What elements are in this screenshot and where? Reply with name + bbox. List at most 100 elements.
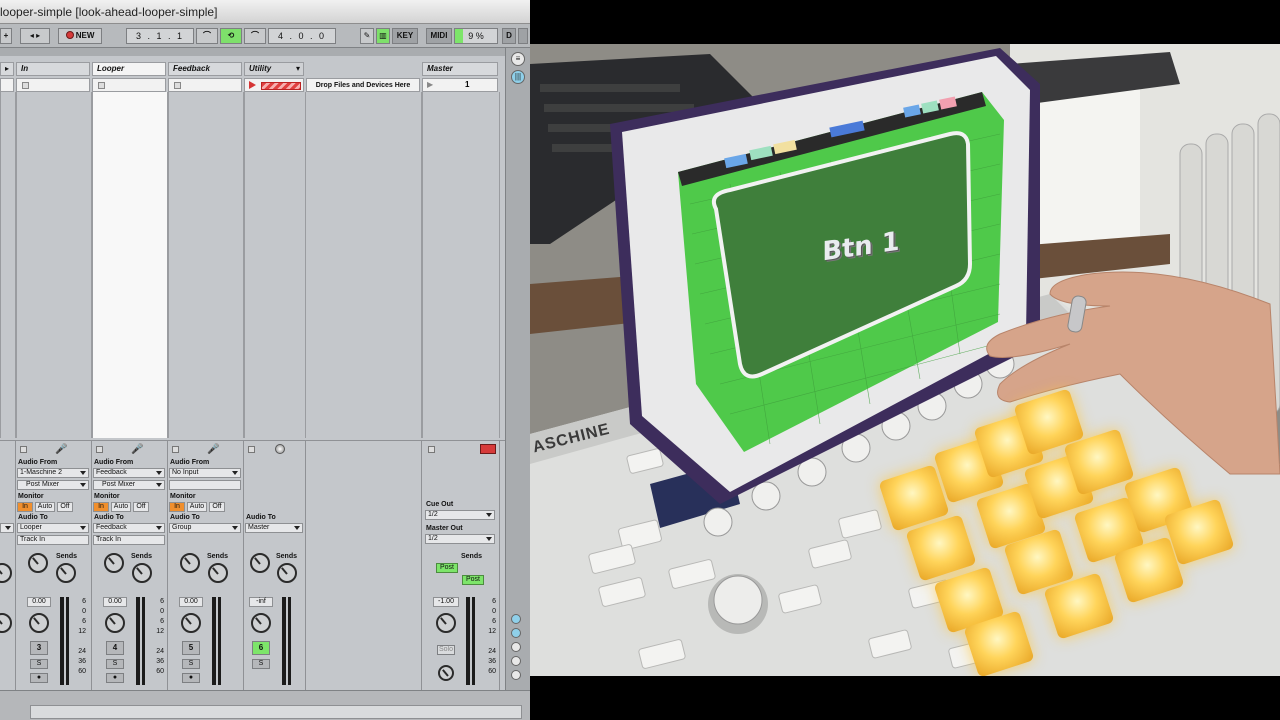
looper-audio-to-select[interactable]: Feedback bbox=[93, 523, 165, 533]
monitor-auto-button[interactable]: Auto bbox=[111, 502, 131, 512]
monitor-off-button[interactable]: Off bbox=[57, 502, 73, 512]
looper-audio-from-channel-select[interactable]: Post Mixer bbox=[93, 480, 165, 490]
looper-arm-button[interactable]: ● bbox=[106, 673, 124, 683]
session-view-icon[interactable]: ≡ bbox=[511, 52, 525, 66]
track-header-looper[interactable]: Looper bbox=[92, 62, 166, 76]
track-header-in[interactable]: In bbox=[16, 62, 90, 76]
fold-icon[interactable]: ▾ bbox=[296, 63, 300, 75]
returns-toggle-icon[interactable] bbox=[511, 642, 521, 652]
track-activator-5[interactable]: 5 bbox=[182, 641, 200, 655]
monitor-off-button[interactable]: Off bbox=[133, 502, 149, 512]
track-header-feedback[interactable]: Feedback bbox=[168, 62, 242, 76]
send-b-knob[interactable] bbox=[277, 563, 297, 583]
monitor-auto-button[interactable]: Auto bbox=[187, 502, 207, 512]
master-out-select[interactable]: 1/2 bbox=[425, 534, 495, 544]
send-a-knob[interactable] bbox=[180, 553, 200, 573]
clip-stop-icon[interactable] bbox=[174, 82, 181, 89]
scene-launch-icon[interactable]: ▶ bbox=[427, 80, 433, 89]
monitor-in-button[interactable]: In bbox=[169, 502, 185, 512]
microphone-icon[interactable]: 🎤 bbox=[55, 444, 67, 455]
stop-all-clips-icon[interactable] bbox=[428, 446, 435, 453]
sends-toggle-icon[interactable] bbox=[511, 628, 521, 638]
feedback-arm-button[interactable]: ● bbox=[182, 673, 200, 683]
master-volume-field[interactable]: -1.00 bbox=[433, 597, 459, 607]
looper-audio-to-channel-select[interactable]: Track In bbox=[93, 535, 165, 545]
send-a-knob[interactable] bbox=[28, 553, 48, 573]
in-audio-from-select[interactable]: 1-Maschine 2 bbox=[17, 468, 89, 478]
feedback-volume-field[interactable]: 0.00 bbox=[179, 597, 203, 607]
partial-audio-to-select[interactable] bbox=[0, 523, 14, 533]
send-a-post-button[interactable]: Post bbox=[436, 563, 458, 573]
master-pan-knob[interactable] bbox=[436, 613, 456, 633]
drop-area[interactable]: Drop Files and Devices Here bbox=[306, 78, 420, 92]
stop-clip-icon[interactable] bbox=[96, 446, 103, 453]
looper-solo-button[interactable]: S bbox=[106, 659, 124, 669]
monitor-in-button[interactable]: In bbox=[93, 502, 109, 512]
master-scene-slot[interactable]: ▶ 1 bbox=[422, 78, 498, 92]
partial-pan-knob[interactable] bbox=[0, 613, 12, 633]
in-arm-button[interactable]: ● bbox=[30, 673, 48, 683]
cue-out-select[interactable]: 1/2 bbox=[425, 510, 495, 520]
key-map-button[interactable]: KEY bbox=[392, 28, 418, 44]
in-audio-to-select[interactable]: Looper bbox=[17, 523, 89, 533]
loop-length-field[interactable]: 4 . 0 . 0 bbox=[268, 28, 336, 44]
in-audio-from-channel-select[interactable]: Post Mixer bbox=[17, 480, 89, 490]
clip-stop-icon[interactable] bbox=[98, 82, 105, 89]
looper-pan-knob[interactable] bbox=[105, 613, 125, 633]
group-indicator-icon[interactable] bbox=[275, 444, 285, 454]
clip-play-icon[interactable] bbox=[249, 81, 256, 89]
send-b-knob[interactable] bbox=[56, 563, 76, 583]
crossfader-toggle-icon[interactable] bbox=[511, 670, 521, 680]
midi-map-button[interactable]: MIDI bbox=[426, 28, 452, 44]
send-b-knob[interactable] bbox=[208, 563, 228, 583]
clip-slot[interactable] bbox=[92, 78, 166, 92]
looper-volume-field[interactable]: 0.00 bbox=[103, 597, 127, 607]
track-header-partial[interactable]: ▸ bbox=[0, 62, 14, 76]
stop-clip-icon[interactable] bbox=[172, 446, 179, 453]
send-b-knob[interactable] bbox=[0, 563, 12, 583]
send-a-knob[interactable] bbox=[250, 553, 270, 573]
stop-clip-icon[interactable] bbox=[20, 446, 27, 453]
microphone-icon[interactable]: 🎤 bbox=[131, 444, 143, 455]
clip-slot[interactable] bbox=[0, 78, 14, 92]
loop-switch-icon[interactable]: ⟲ bbox=[220, 28, 242, 44]
clip-stop-icon[interactable] bbox=[22, 82, 29, 89]
feedback-audio-from-select[interactable]: No Input bbox=[169, 468, 241, 478]
master-record-indicator[interactable] bbox=[480, 444, 496, 454]
feedback-solo-button[interactable]: S bbox=[182, 659, 200, 669]
utility-solo-button[interactable]: S bbox=[252, 659, 270, 669]
send-b-knob[interactable] bbox=[132, 563, 152, 583]
utility-clip-slot[interactable] bbox=[244, 78, 304, 92]
song-position-field[interactable]: 3 . 1 . 1 bbox=[126, 28, 194, 44]
track-activator-4[interactable]: 4 bbox=[106, 641, 124, 655]
track-header-master[interactable]: Master bbox=[422, 62, 498, 76]
utility-pan-knob[interactable] bbox=[251, 613, 271, 633]
new-button[interactable]: NEW bbox=[58, 28, 102, 44]
clip-slot[interactable] bbox=[16, 78, 90, 92]
feedback-audio-to-select[interactable]: Group bbox=[169, 523, 241, 533]
in-audio-to-channel-select[interactable]: Track In bbox=[17, 535, 89, 545]
arrangement-view-icon[interactable]: ||| bbox=[511, 70, 525, 84]
track-activator-3[interactable]: 3 bbox=[30, 641, 48, 655]
microphone-icon[interactable]: 🎤 bbox=[207, 444, 219, 455]
monitor-off-button[interactable]: Off bbox=[209, 502, 225, 512]
looper-audio-from-select[interactable]: Feedback bbox=[93, 468, 165, 478]
punch-in-icon[interactable]: ⌒ bbox=[196, 28, 218, 44]
mixer-toggle-icon[interactable] bbox=[511, 656, 521, 666]
utility-audio-to-select[interactable]: Master bbox=[245, 523, 303, 533]
punch-out-icon[interactable]: ⌒ bbox=[244, 28, 266, 44]
draw-mode-icon[interactable]: ✎ bbox=[360, 28, 374, 44]
in-solo-button[interactable]: S bbox=[30, 659, 48, 669]
feedback-audio-from-channel-select[interactable] bbox=[169, 480, 241, 490]
monitor-auto-button[interactable]: Auto bbox=[35, 502, 55, 512]
io-toggle-icon[interactable] bbox=[511, 614, 521, 624]
add-icon[interactable]: + bbox=[0, 28, 12, 44]
monitor-in-button[interactable]: In bbox=[17, 502, 33, 512]
cue-volume-knob[interactable] bbox=[438, 665, 454, 681]
master-solo-button[interactable]: Solo bbox=[437, 645, 455, 655]
track-header-utility[interactable]: Utility ▾ bbox=[244, 62, 304, 76]
in-volume-field[interactable]: 0.00 bbox=[27, 597, 51, 607]
track-activator-6[interactable]: 6 bbox=[252, 641, 270, 655]
arrangement-nav-button[interactable]: ◂ ▸ bbox=[20, 28, 50, 44]
utility-volume-field[interactable]: -inf bbox=[249, 597, 273, 607]
